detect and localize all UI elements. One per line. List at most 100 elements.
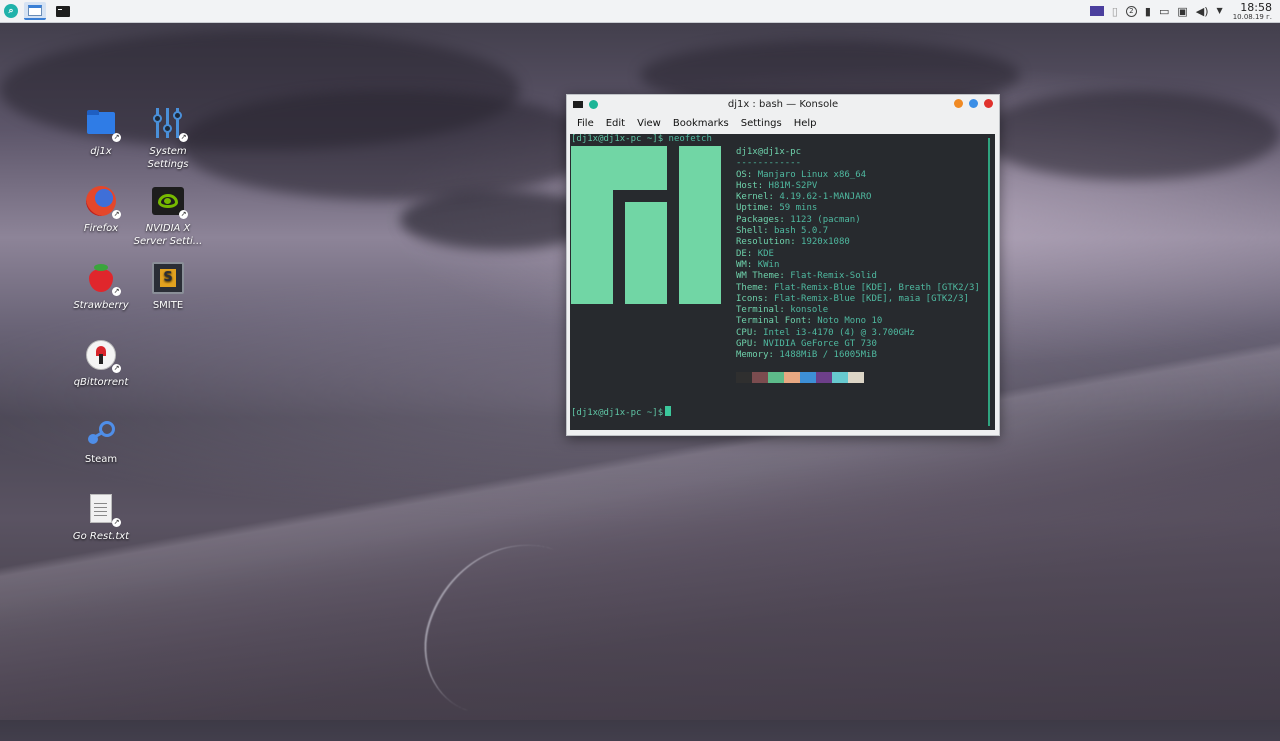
palette-swatch [800, 372, 816, 383]
neofetch-line: Theme: Flat-Remix-Blue [KDE], Breath [GT… [736, 283, 980, 294]
neofetch-colon: : [746, 169, 758, 180]
keyboard-layout-icon[interactable] [1089, 6, 1104, 16]
neofetch-key: Uptime [736, 203, 769, 214]
neofetch-colon: : [763, 282, 774, 293]
neofetch-key: Terminal Font [736, 316, 807, 327]
desktop-icon-go-rest-txt[interactable]: ↗ Go Rest.txt [61, 493, 141, 543]
terminal-area[interactable]: [dj1x@dj1x-pc ~]$ neofetch dj1x@dj1x-pc -… [570, 134, 995, 430]
close-button[interactable] [984, 99, 993, 108]
scrollbar[interactable] [988, 138, 990, 426]
menu-edit[interactable]: Edit [606, 118, 625, 129]
neofetch-value: 59 mins [779, 203, 818, 214]
neofetch-colon: : [752, 339, 764, 350]
neofetch-colon: : [779, 214, 791, 225]
desktop-icon-system-settings[interactable]: ↗ System Settings [128, 108, 208, 171]
konsole-window[interactable]: dj1x : bash — Konsole File Edit View Boo… [566, 94, 1000, 436]
manjaro-logo [571, 146, 721, 304]
volume-icon[interactable]: ◀) [1196, 6, 1209, 17]
neofetch-line: Host: H81M-S2PV [736, 181, 980, 192]
qbittorrent-icon: ↗ [85, 339, 121, 373]
desktop-icon-steam[interactable]: Steam [61, 416, 141, 466]
neofetch-key: OS [736, 169, 747, 180]
maximize-button[interactable] [969, 99, 978, 108]
menu-help[interactable]: Help [794, 118, 817, 129]
neofetch-header: dj1x@dj1x-pc [736, 147, 802, 157]
device-notifier-icon[interactable]: ▮ [1145, 6, 1151, 17]
neofetch-value: Manjaro Linux x86_64 [757, 169, 867, 180]
neofetch-colon: : [768, 350, 780, 361]
terminal-icon [56, 5, 70, 17]
clock-time: 18:58 [1240, 0, 1272, 14]
neofetch-value: Flat-Remix-Blue [KDE], maia [GTK2/3] [773, 293, 970, 304]
window-title: dj1x : bash — Konsole [727, 98, 839, 110]
neofetch-key: Resolution [736, 237, 791, 248]
minimize-button[interactable] [954, 99, 963, 108]
neofetch-value: NVIDIA GeForce GT 730 [763, 339, 877, 350]
search-icon: ⌕ [8, 5, 14, 16]
notifications-icon[interactable]: 2 [1125, 5, 1137, 17]
tray-expand-icon[interactable]: ▼ [1217, 7, 1223, 15]
neofetch-line: OS: Manjaro Linux x86_64 [736, 170, 980, 181]
clipboard-icon[interactable]: ▯ [1112, 6, 1118, 17]
menu-settings[interactable]: Settings [741, 118, 782, 129]
top-panel: ⌕ ▯ 2 ▮ ▭ ▣ ◀) ▼ 18:58 10.08.19 г. [0, 0, 1280, 23]
neofetch-colon: : [763, 293, 774, 304]
neofetch-key: Packages [736, 214, 780, 225]
updates-icon[interactable]: ▣ [1177, 6, 1187, 17]
strawberry-icon: ↗ [85, 262, 121, 296]
desktop-icon-label: Steam [84, 454, 118, 465]
palette-swatch [848, 372, 864, 383]
neofetch-key: Memory [736, 350, 769, 361]
neofetch-value: 1920x1080 [801, 237, 850, 248]
neofetch-colon: : [806, 316, 818, 327]
digital-clock[interactable]: 18:58 10.08.19 г. [1233, 2, 1272, 21]
desktop-icon-label: SMITE [152, 300, 184, 311]
menu-bookmarks[interactable]: Bookmarks [673, 118, 729, 129]
desktop-icon-qbittorrent[interactable]: ↗ qBittorrent [61, 339, 141, 389]
steam-icon [85, 416, 117, 448]
window-titlebar[interactable]: dj1x : bash — Konsole [567, 95, 999, 113]
desktop-icon-smite[interactable]: S SMITE [128, 262, 208, 312]
neofetch-colon: : [746, 259, 758, 270]
menu-view[interactable]: View [637, 118, 661, 129]
color-palette [736, 372, 864, 383]
neofetch-colon: : [779, 305, 791, 316]
neofetch-colon: : [779, 271, 791, 282]
neofetch-line: Kernel: 4.19.62-1-MANJARO [736, 192, 980, 203]
neofetch-colon: : [763, 226, 774, 237]
text-file-icon: ↗ [85, 493, 121, 527]
task-konsole[interactable] [52, 2, 74, 20]
palette-swatch [832, 372, 848, 383]
prompt: [dj1x@dj1x-pc ~]$ [571, 134, 664, 144]
neofetch-line: Icons: Flat-Remix-Blue [KDE], maia [GTK2… [736, 294, 980, 305]
neofetch-key: WM [736, 259, 747, 270]
neofetch-value: H81M-S2PV [768, 180, 818, 191]
neofetch-value: Noto Mono 10 [817, 316, 883, 327]
neofetch-key: DE [736, 248, 747, 259]
menu-file[interactable]: File [577, 118, 594, 129]
neofetch-line: Shell: bash 5.0.7 [736, 226, 980, 237]
desktop-icon-label: System Settings [147, 146, 189, 170]
display-icon[interactable]: ▭ [1159, 6, 1169, 17]
application-launcher[interactable]: ⌕ [4, 4, 18, 18]
neofetch-key: Icons [736, 293, 764, 304]
neofetch-value: konsole [790, 305, 829, 316]
command-line: [dj1x@dj1x-pc ~]$ [571, 406, 672, 419]
neofetch-key: Host [736, 180, 758, 191]
desktop-icon-label: Go Rest.txt [72, 531, 130, 542]
beach [0, 420, 1280, 720]
palette-swatch [768, 372, 784, 383]
neofetch-key: WM Theme [736, 271, 780, 282]
desktop-icon-nvidia[interactable]: ↗ NVIDIA X Server Setti... [128, 185, 208, 248]
command: neofetch [668, 134, 712, 144]
menu-bar: File Edit View Bookmarks Settings Help [567, 113, 999, 133]
task-dolphin[interactable] [24, 2, 46, 20]
prompt: [dj1x@dj1x-pc ~]$ [571, 408, 664, 418]
palette-swatch [784, 372, 800, 383]
settings-icon: ↗ [152, 108, 188, 142]
clock-date: 10.08.19 г. [1232, 12, 1272, 21]
nvidia-icon: ↗ [152, 185, 188, 219]
neofetch-separator: ------------ [736, 158, 802, 169]
neofetch-line: Terminal: konsole [736, 305, 980, 316]
smite-icon: S [152, 262, 184, 294]
